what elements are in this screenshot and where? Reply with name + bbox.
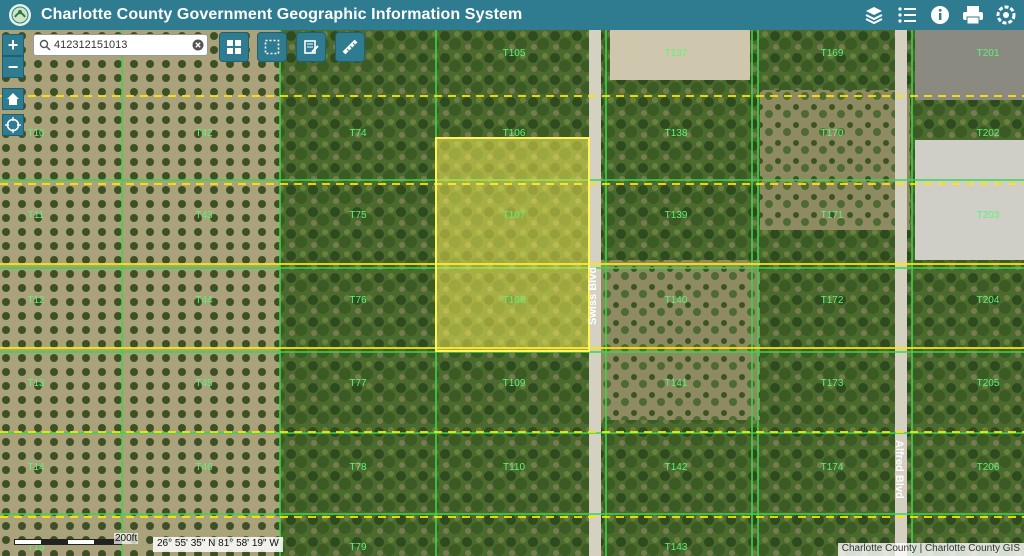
info-icon[interactable] bbox=[928, 3, 952, 27]
zoom-in-button[interactable]: + bbox=[2, 34, 24, 56]
parcel-label[interactable]: T206 bbox=[977, 462, 1000, 473]
parcel-label[interactable]: T10 bbox=[27, 128, 45, 139]
parcel-label[interactable]: T170 bbox=[821, 128, 844, 139]
parcel-label[interactable]: T11 bbox=[28, 210, 45, 221]
print-icon[interactable] bbox=[961, 3, 985, 27]
parcel-label[interactable]: T75 bbox=[349, 210, 367, 221]
parcel-label[interactable]: T109 bbox=[503, 378, 526, 389]
parcel-label[interactable]: T108 bbox=[503, 295, 526, 306]
parcel-label[interactable]: T74 bbox=[349, 128, 367, 139]
parcel-label[interactable]: T43 bbox=[195, 210, 213, 221]
parcel-label[interactable]: T202 bbox=[977, 128, 1000, 139]
parcel-label[interactable]: T110 bbox=[503, 462, 525, 473]
parcel-label[interactable]: T204 bbox=[977, 295, 1000, 306]
home-icon bbox=[7, 93, 19, 105]
selection-box-icon bbox=[264, 39, 280, 55]
parcel-label[interactable]: T14 bbox=[27, 462, 45, 473]
parcel-label[interactable]: T137 bbox=[665, 48, 688, 59]
scale-label: 200ft bbox=[114, 533, 139, 544]
home-button[interactable] bbox=[2, 88, 24, 110]
parcel-label[interactable]: T142 bbox=[665, 462, 688, 473]
coordinate-readout: 26° 55' 35" N 81° 58' 19" W bbox=[153, 537, 283, 552]
parcel-label[interactable]: T106 bbox=[503, 128, 526, 139]
road-label: Swiss Blvd bbox=[587, 267, 599, 325]
parcel-label[interactable]: T105 bbox=[503, 48, 526, 59]
edit-document-icon bbox=[304, 40, 319, 54]
layers-icon[interactable] bbox=[862, 3, 886, 27]
parcel-label[interactable]: T45 bbox=[195, 378, 213, 389]
county-logo bbox=[9, 4, 31, 26]
zoom-out-button[interactable]: − bbox=[2, 56, 24, 78]
measure-button[interactable] bbox=[335, 32, 365, 62]
parcel-label[interactable]: T12 bbox=[27, 295, 45, 306]
parcel-label[interactable]: T201 bbox=[977, 48, 1000, 59]
scale-bar: 200ft bbox=[14, 533, 142, 550]
road-label: Alfred Blvd bbox=[893, 440, 905, 499]
parcel-label[interactable]: T203 bbox=[977, 210, 1000, 221]
parcel-label[interactable]: T107 bbox=[503, 210, 526, 221]
parcel-label[interactable]: T143 bbox=[665, 542, 688, 553]
parcel-label[interactable]: T141 bbox=[665, 378, 688, 389]
basemap-gallery-button[interactable] bbox=[219, 32, 249, 62]
map-attribution: Charlotte County | Charlotte County GIS bbox=[837, 543, 1024, 556]
legend-list-icon[interactable] bbox=[895, 3, 919, 27]
tools-icon[interactable] bbox=[994, 3, 1018, 27]
ruler-icon bbox=[342, 39, 358, 55]
locate-button[interactable] bbox=[2, 114, 24, 136]
search-input[interactable] bbox=[54, 39, 184, 51]
header-bar: Charlotte County Government Geographic I… bbox=[0, 0, 1024, 30]
edit-notes-button[interactable] bbox=[296, 32, 326, 62]
aerial-map[interactable]: T10T11T12T13T14T15T42T43T44T45T46T74T75T… bbox=[0, 30, 1024, 556]
parcel-label[interactable]: T76 bbox=[349, 295, 367, 306]
map-view[interactable]: T10 T11 T12 T13 T14 T15 T42 T43 T44 T45 T46 T74 T75 T… bbox=[0, 30, 1024, 556]
search-box[interactable] bbox=[33, 34, 208, 56]
selected-parcels-highlight[interactable] bbox=[435, 137, 590, 352]
parcel-label[interactable]: T139 bbox=[665, 210, 688, 221]
parcel-label[interactable]: T79 bbox=[349, 542, 367, 553]
parcel-label[interactable]: T77 bbox=[349, 378, 367, 389]
parcel-label[interactable]: T169 bbox=[821, 48, 844, 59]
parcel-label[interactable]: T140 bbox=[665, 295, 688, 306]
parcel-label[interactable]: T171 bbox=[821, 210, 844, 221]
clear-search-icon[interactable] bbox=[192, 39, 204, 51]
app-title: Charlotte County Government Geographic I… bbox=[41, 6, 523, 23]
search-icon bbox=[39, 39, 51, 51]
parcel-label[interactable]: T78 bbox=[349, 462, 367, 473]
parcel-label[interactable]: T138 bbox=[665, 128, 688, 139]
parcel-label[interactable]: T205 bbox=[977, 378, 1000, 389]
locate-icon bbox=[5, 117, 21, 133]
grid-icon bbox=[227, 40, 241, 54]
parcel-label[interactable]: T13 bbox=[27, 378, 45, 389]
parcel-label[interactable]: T172 bbox=[821, 295, 844, 306]
parcel-label[interactable]: T46 bbox=[195, 462, 213, 473]
parcel-label[interactable]: T42 bbox=[195, 128, 213, 139]
parcel-label[interactable]: T174 bbox=[821, 462, 844, 473]
select-area-button[interactable] bbox=[257, 32, 287, 62]
parcel-label[interactable]: T173 bbox=[821, 378, 844, 389]
parcel-label[interactable]: T44 bbox=[195, 295, 213, 306]
